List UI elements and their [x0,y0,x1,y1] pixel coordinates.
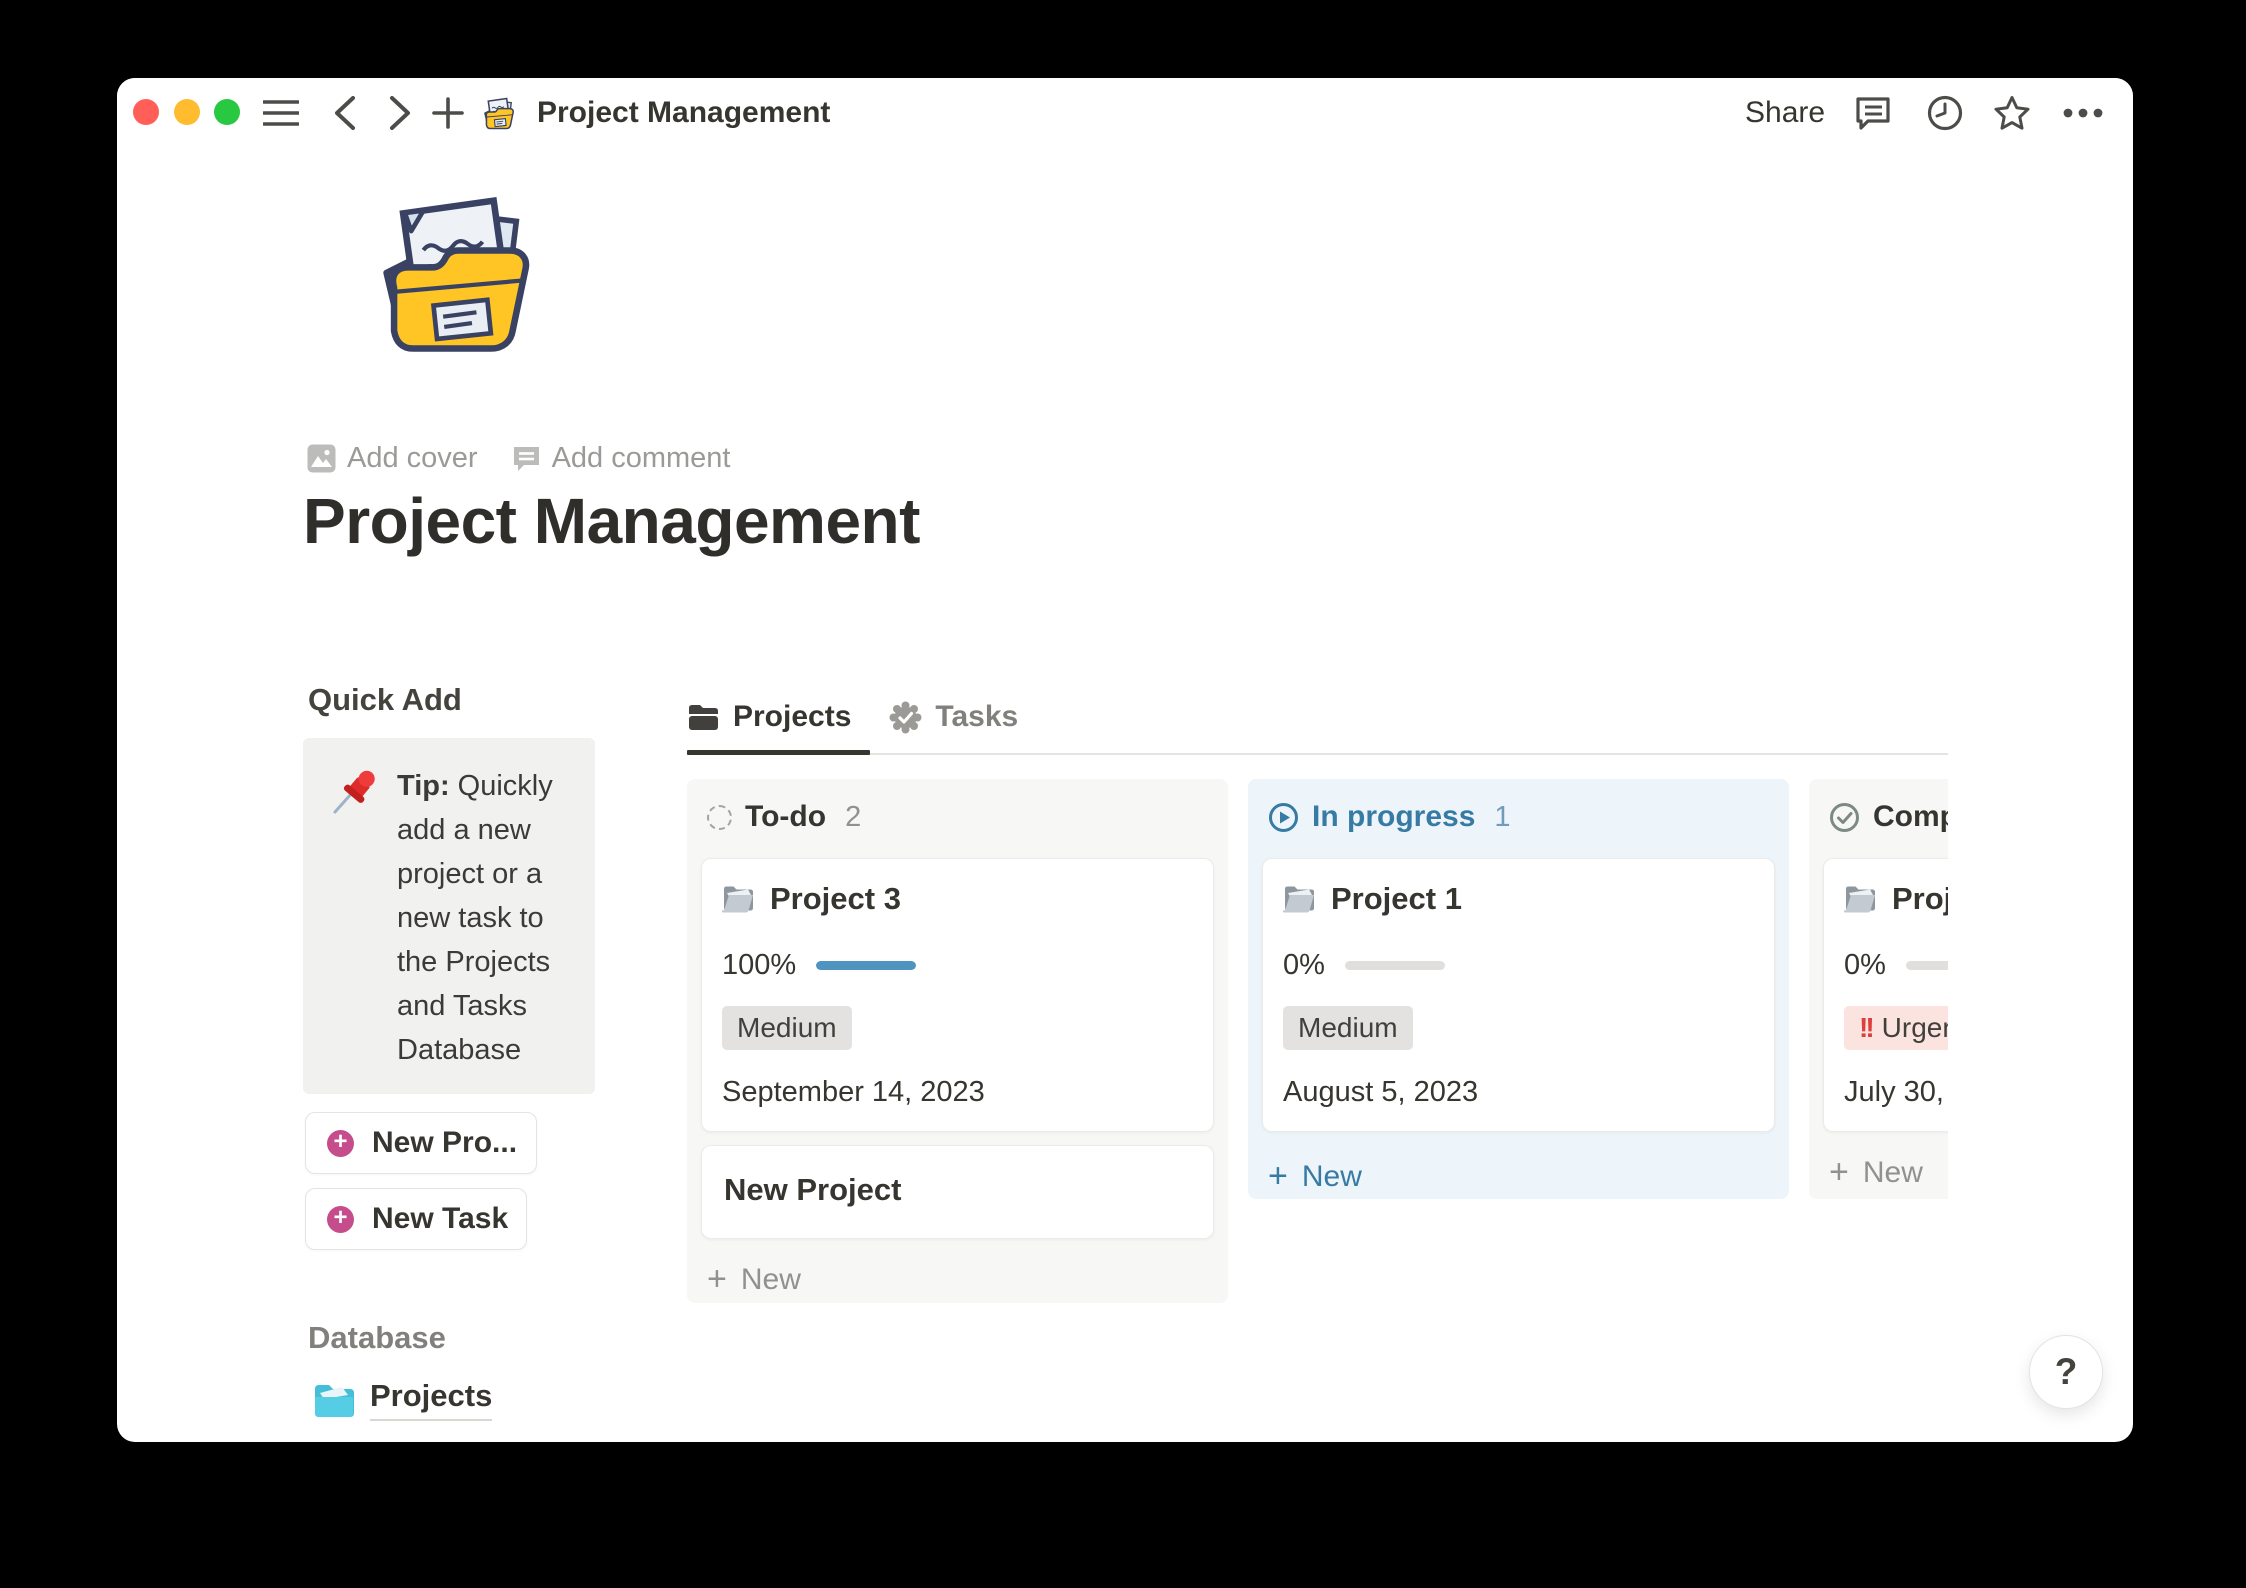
database-heading: Database [308,1320,446,1355]
kanban-column-in-progress: In progress 1 Project 1 0% Medium August… [1248,779,1789,1199]
gray-folder-icon [722,886,753,913]
column-header-in-progress[interactable]: In progress 1 [1248,779,1789,834]
new-tab-icon[interactable] [431,78,465,148]
new-project-button[interactable]: + New Pro... [305,1112,537,1174]
plus-icon: + [1829,1152,1849,1191]
add-card-button-todo[interactable]: + New [687,1259,1228,1298]
view-tabs: Projects Tasks [687,694,1018,740]
quick-add-heading: Quick Add [308,682,462,717]
progress-label: 0% [1844,949,1886,981]
comments-icon[interactable] [1854,78,1892,148]
plus-icon: + [707,1259,727,1298]
priority-tag-urgent: !!Urgen [1844,1006,1948,1050]
kanban-board: To-do 2 Project 3 100% Medium September … [687,779,1948,1313]
column-header-todo[interactable]: To-do 2 [687,779,1228,834]
due-date: September 14, 2023 [722,1076,985,1108]
seal-check-icon [889,701,922,733]
todo-status-icon [707,804,732,830]
close-window-button[interactable] [133,99,159,125]
progress-bar [816,961,917,970]
zoom-window-button[interactable] [214,99,240,125]
comment-icon [513,446,539,471]
page-icon-folder[interactable] [353,178,549,366]
plus-circle-icon: + [327,1205,354,1233]
plus-icon: + [1268,1156,1288,1195]
tip-callout: Tip: Quickly add a new project or a new … [303,738,595,1094]
priority-tag: Medium [722,1006,852,1050]
double-exclamation-icon: !! [1859,1012,1875,1043]
page-folder-icon-small [478,78,518,148]
tabs-divider [687,753,1948,755]
window-title: Project Management [537,96,831,129]
active-tab-underline [687,750,870,755]
back-button[interactable] [332,78,358,148]
due-date: August 5, 2023 [1283,1076,1479,1108]
page-actions-row: Add cover Add comment [307,442,731,475]
card-new-project[interactable]: New Project [701,1145,1214,1239]
column-header-complete[interactable]: Compl [1809,779,1948,834]
add-comment-button[interactable]: Add comment [512,442,731,475]
database-link-projects[interactable]: Projects [312,1378,493,1421]
priority-tag: Medium [1283,1006,1413,1050]
more-options-icon[interactable] [2063,78,2103,148]
kanban-column-complete: Compl Proje 0% !!Urgen [1809,779,1948,1199]
add-cover-button[interactable]: Add cover [307,442,478,475]
progress-bar [1905,961,1948,970]
complete-status-icon [1830,802,1859,832]
new-task-button[interactable]: + New Task [305,1188,527,1250]
tip-text: Tip: Quickly add a new project or a new … [397,770,553,1066]
gray-folder-icon [1283,886,1314,913]
in-progress-status-icon [1269,802,1298,832]
add-card-button-in-progress[interactable]: + New [1248,1156,1789,1195]
card-project-clipped[interactable]: Proje 0% !!Urgen July 30, 2 [1823,858,1948,1132]
due-date: July 30, 2 [1844,1076,1948,1108]
minimize-window-button[interactable] [174,99,200,125]
plus-circle-icon: + [327,1129,354,1157]
tab-tasks[interactable]: Tasks [889,700,1018,734]
sidebar-menu-icon[interactable] [263,78,299,148]
app-window: Project Management Share Add cover Add c… [117,78,2133,1442]
share-button[interactable]: Share [1745,78,1825,148]
progress-label: 0% [1283,949,1325,981]
titlebar: Project Management Share [117,78,2133,148]
forward-button[interactable] [387,78,413,148]
card-project-3[interactable]: Project 3 100% Medium September 14, 2023 [701,858,1214,1132]
tab-projects[interactable]: Projects [687,700,851,734]
cyan-folder-icon [315,1385,354,1417]
add-card-button-complete[interactable]: + New [1809,1152,1948,1191]
page-title: Project Management [303,485,920,557]
card-project-1[interactable]: Project 1 0% Medium August 5, 2023 [1262,858,1775,1132]
favorite-star-icon[interactable] [1993,78,2031,148]
progress-label: 100% [722,949,797,981]
kanban-column-todo: To-do 2 Project 3 100% Medium September … [687,779,1228,1303]
pushpin-icon [329,768,379,818]
folder-icon [689,704,718,730]
history-clock-icon[interactable] [1926,78,1964,148]
help-button[interactable]: ? [2029,1335,2103,1409]
gray-folder-icon [1844,886,1875,913]
image-icon [307,444,336,473]
progress-bar [1344,961,1445,970]
